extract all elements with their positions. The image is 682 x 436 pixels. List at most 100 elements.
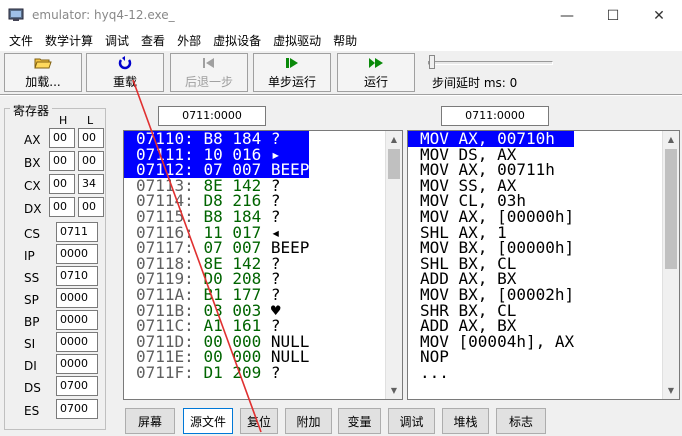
- run-label: 运行: [363, 75, 388, 89]
- reg-si-label: SI: [24, 337, 36, 351]
- tab-variables[interactable]: 变量: [338, 408, 381, 434]
- menu-debug[interactable]: 调试: [99, 31, 135, 51]
- title-bar[interactable]: emulator: hyq4-12.exe_ — ☐ ✕: [0, 0, 682, 31]
- reg-dx-label: DX: [24, 202, 42, 216]
- reg-dx-low[interactable]: 00: [78, 197, 104, 217]
- reload-icon: [118, 55, 132, 71]
- reg-ds-label: DS: [24, 381, 41, 395]
- scroll-thumb[interactable]: [388, 149, 400, 179]
- step-back-icon: [202, 55, 216, 71]
- scroll-thumb[interactable]: [665, 149, 677, 269]
- emulator-window: emulator: hyq4-12.exe_ — ☐ ✕ 文件 数学计算 调试 …: [0, 0, 682, 436]
- reg-di-value[interactable]: 0000: [56, 354, 98, 374]
- reg-ss-label: SS: [24, 271, 40, 285]
- memory-row[interactable]: 0711F: D1 209 ?: [124, 362, 309, 382]
- scroll-up-icon[interactable]: ▲: [663, 131, 679, 148]
- tab-debug[interactable]: 调试: [388, 408, 435, 434]
- step-back-button[interactable]: 后退一步: [170, 53, 248, 92]
- step-delay-slider[interactable]: 步间延时 ms: 0: [424, 52, 574, 94]
- scroll-up-icon[interactable]: ▲: [386, 131, 402, 148]
- reg-cs-label: CS: [24, 227, 40, 241]
- reg-ip-label: IP: [24, 249, 35, 263]
- menu-external[interactable]: 外部: [171, 31, 207, 51]
- minimize-button[interactable]: —: [544, 0, 590, 31]
- reg-sp-label: SP: [24, 293, 39, 307]
- maximize-icon: ☐: [606, 7, 620, 24]
- memory-decimal: 209: [232, 362, 271, 382]
- reg-ip-value[interactable]: 0000: [56, 244, 98, 264]
- memory-scrollbar[interactable]: ▲ ▼: [385, 131, 402, 399]
- reg-es-label: ES: [24, 404, 40, 418]
- minimize-icon: —: [560, 7, 574, 24]
- menu-file[interactable]: 文件: [3, 31, 39, 51]
- menu-virtual-devices[interactable]: 虚拟设备: [207, 31, 267, 51]
- reg-bp-label: BP: [24, 315, 40, 329]
- single-step-label: 单步运行: [267, 75, 316, 89]
- step-icon: [285, 55, 299, 71]
- load-label: 加载...: [25, 75, 61, 89]
- reg-ax-low[interactable]: 00: [78, 128, 104, 148]
- step-delay-label: 步间延时 ms: 0: [432, 76, 518, 90]
- disasm-scrollbar[interactable]: ▲ ▼: [662, 131, 679, 399]
- slider-thumb[interactable]: [429, 55, 435, 69]
- window-title: emulator: hyq4-12.exe_: [32, 8, 175, 22]
- reg-ds-value[interactable]: 0700: [56, 376, 98, 396]
- run-icon: [368, 55, 384, 71]
- disassembly-panel[interactable]: MOV AX, 00710h MOV DS, AX MOV AX, 00711h MO…: [407, 130, 680, 400]
- tab-attach[interactable]: 附加: [285, 408, 332, 434]
- single-step-button[interactable]: 单步运行: [253, 53, 331, 92]
- run-button[interactable]: 运行: [337, 53, 415, 92]
- tab-stack[interactable]: 堆栈: [442, 408, 489, 434]
- app-icon: [8, 8, 24, 21]
- close-button[interactable]: ✕: [636, 0, 682, 31]
- registers-title: 寄存器: [10, 102, 53, 119]
- reg-cx-low[interactable]: 34: [78, 174, 104, 194]
- reg-di-label: DI: [24, 359, 37, 373]
- low-byte-header: L: [87, 114, 94, 127]
- reg-ss-value[interactable]: 0710: [56, 266, 98, 286]
- memory-list: 07110: B8 184 ? 07111: 10 016 ▸ 07112: 07 …: [124, 131, 310, 382]
- tab-flags[interactable]: 标志: [496, 408, 546, 434]
- menu-help[interactable]: 帮助: [327, 31, 363, 51]
- memory-panel[interactable]: 07110: B8 184 ? 07111: 10 016 ▸ 07112: 07 …: [123, 130, 403, 400]
- menu-bar: 文件 数学计算 调试 查看 外部 虚拟设备 虚拟驱动 帮助: [0, 31, 682, 51]
- tab-screen[interactable]: 屏幕: [125, 408, 175, 434]
- reg-dx-high[interactable]: 00: [49, 197, 75, 217]
- reg-bp-value[interactable]: 0000: [56, 310, 98, 330]
- high-byte-header: H: [59, 114, 68, 127]
- reload-button[interactable]: 重载: [86, 53, 164, 92]
- memory-address: 0711F:: [136, 362, 204, 382]
- scroll-down-icon[interactable]: ▼: [386, 382, 402, 399]
- memory-address-input[interactable]: 0711:0000: [158, 106, 266, 126]
- reload-label: 重载: [112, 75, 137, 89]
- tab-source[interactable]: 源文件: [183, 408, 233, 434]
- reg-ax-high[interactable]: 00: [49, 128, 75, 148]
- reg-cx-high[interactable]: 00: [49, 174, 75, 194]
- folder-open-icon: [34, 55, 52, 71]
- toolbar-divider: [0, 94, 682, 96]
- reg-es-value[interactable]: 0700: [56, 399, 98, 419]
- reg-bx-low[interactable]: 00: [78, 151, 104, 171]
- tab-reset[interactable]: 复位: [240, 408, 278, 434]
- step-back-label: 后退一步: [184, 75, 233, 89]
- scroll-down-icon[interactable]: ▼: [663, 382, 679, 399]
- reg-si-value[interactable]: 0000: [56, 332, 98, 352]
- menu-view[interactable]: 查看: [135, 31, 171, 51]
- toolbar: 加载... 重载 后退一步 单步运行 运行 步间延时 ms: 0: [0, 52, 682, 94]
- reg-sp-value[interactable]: 0000: [56, 288, 98, 308]
- maximize-button[interactable]: ☐: [590, 0, 636, 31]
- reg-cx-label: CX: [24, 179, 41, 193]
- close-icon: ✕: [653, 7, 665, 24]
- reg-bx-label: BX: [24, 156, 41, 170]
- menu-virtual-drives[interactable]: 虚拟驱动: [267, 31, 327, 51]
- memory-char: ?: [270, 362, 281, 382]
- slider-track: [428, 61, 553, 65]
- reg-cs-value[interactable]: 0711: [56, 222, 98, 242]
- reg-bx-high[interactable]: 00: [49, 151, 75, 171]
- disasm-address-input[interactable]: 0711:0000: [441, 106, 549, 126]
- menu-math[interactable]: 数学计算: [39, 31, 99, 51]
- memory-hex: D1: [203, 362, 233, 382]
- disassembly-list: MOV AX, 00710h MOV DS, AX MOV AX, 00711h MO…: [408, 131, 575, 381]
- disasm-row[interactable]: ...: [408, 365, 574, 381]
- load-button[interactable]: 加载...: [4, 53, 82, 92]
